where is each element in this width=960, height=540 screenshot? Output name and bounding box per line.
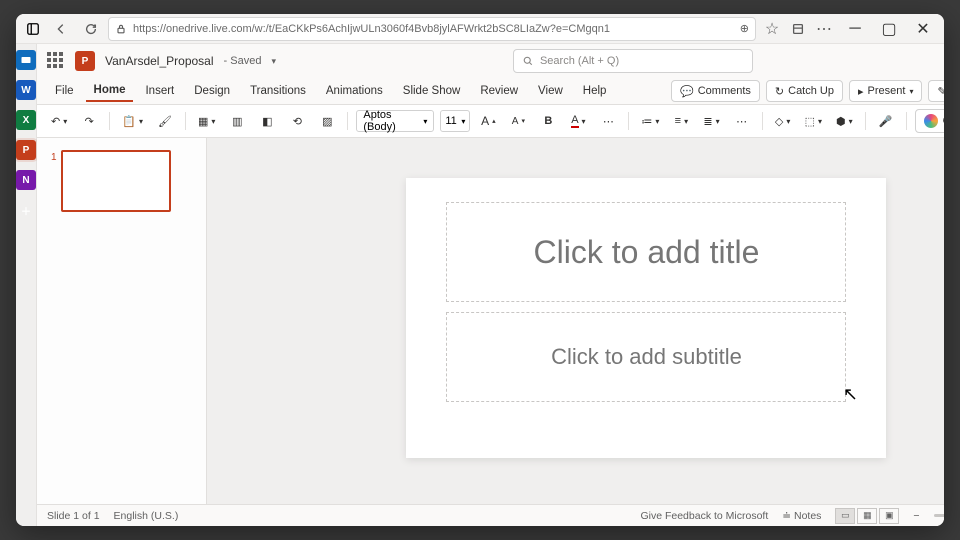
reset-button[interactable]: ◧ [255,109,279,133]
new-slide-button[interactable]: ▦▾ [194,109,219,133]
back-button[interactable] [48,16,74,42]
align-button[interactable]: ≣▾ [699,109,723,133]
reuse-slides-button[interactable]: ⟲ [285,109,309,133]
font-color-button[interactable]: A▾ [566,109,590,133]
more-font-button[interactable]: ⋯ [596,109,620,133]
language-status[interactable]: English (U.S.) [114,510,179,522]
siderail-onenote[interactable]: N [16,170,36,190]
siderail-word[interactable]: W [16,80,36,100]
address-bar[interactable]: https://onedrive.live.com/w:/t/EaCKkPs6A… [108,17,756,41]
tab-file[interactable]: File [47,81,82,101]
zoom-slider[interactable] [934,514,944,517]
font-name-select[interactable]: Aptos (Body)▾ [356,110,434,132]
slide-canvas-area[interactable]: Click to add title Click to add subtitle [207,138,944,504]
title-bar: P VanArsdel_Proposal - Saved ▾ Search (A… [37,44,944,78]
present-button[interactable]: ▸ Present ▾ [849,80,922,102]
copilot-icon [924,114,938,128]
normal-view-button[interactable]: ▭ [835,508,855,524]
slide: Click to add title Click to add subtitle [406,178,886,458]
styles-button[interactable]: ⬢▾ [832,109,857,133]
tab-review[interactable]: Review [472,81,526,101]
powerpoint-icon: P [75,51,95,71]
tab-animations[interactable]: Animations [318,81,391,101]
search-icon [522,55,534,67]
slide-count[interactable]: Slide 1 of 1 [47,510,100,522]
dictate-button[interactable]: 🎤 [874,109,898,133]
workspace: 1 Click to add title Click to add subtit… [37,138,944,504]
siderail-excel[interactable]: X [16,110,36,130]
minimize-button[interactable]: ─ [840,16,870,42]
redo-button[interactable]: ↷ [77,109,101,133]
title-placeholder[interactable]: Click to add title [446,202,846,302]
feedback-link[interactable]: Give Feedback to Microsoft [640,510,768,522]
siderail-powerpoint[interactable]: P [16,140,36,160]
close-button[interactable]: ✕ [908,16,938,42]
decrease-font-button[interactable]: A▾ [506,109,530,133]
format-painter-button[interactable]: 🖌 [153,109,177,133]
tab-slide-show[interactable]: Slide Show [395,81,469,101]
bold-button[interactable]: B [536,109,560,133]
comments-button[interactable]: 💬 Comments [671,80,760,102]
search-input[interactable]: Search (Alt + Q) [513,49,753,73]
slide-thumbnail-1[interactable]: 1 [51,150,192,212]
home-toolbar: ↶▾ ↷ 📋▾ 🖌 ▦▾ ▥ ◧ ⟲ ▨ Aptos (Body)▾ 11▾ A… [37,104,944,138]
arrange-button[interactable]: ⬚▾ [801,109,826,133]
tab-view[interactable]: View [530,81,571,101]
reading-view-button[interactable]: ▣ [879,508,899,524]
thumb-preview [61,150,171,212]
favorite-icon[interactable]: ☆ [760,16,784,42]
browser-menu-icon[interactable]: ⋯ [812,16,836,42]
paste-button[interactable]: 📋▾ [118,109,147,133]
section-button[interactable]: ▨ [315,109,339,133]
layout-button[interactable]: ▥ [225,109,249,133]
lock-icon [115,23,127,35]
thumb-number: 1 [51,150,57,212]
app-window: https://onedrive.live.com/w:/t/EaCKkPs6A… [16,14,944,526]
tab-help[interactable]: Help [575,81,615,101]
office-siderail: W X P N ＋ [16,44,37,526]
content-area: W X P N ＋ P VanArsdel_Proposal - Saved ▾… [16,44,944,526]
doc-chevron-icon[interactable]: ▾ [271,56,276,67]
translate-icon[interactable]: ⊕ [740,22,749,35]
zoom-out-button[interactable]: − [913,510,919,522]
siderail-add[interactable]: ＋ [16,200,36,220]
app-launcher-icon[interactable] [47,52,65,70]
more-para-button[interactable]: ⋯ [730,109,754,133]
copilot-button[interactable]: Copilot [915,109,944,133]
catchup-button[interactable]: ↻ Catch Up [766,80,843,102]
subtitle-placeholder[interactable]: Click to add subtitle [446,312,846,402]
browser-bar: https://onedrive.live.com/w:/t/EaCKkPs6A… [16,14,944,44]
browser-right-icons: ☆ ⋯ [760,16,836,42]
collections-icon[interactable] [786,16,810,42]
status-bar: Slide 1 of 1 English (U.S.) Give Feedbac… [37,504,944,526]
shapes-button[interactable]: ◇▾ [771,109,795,133]
font-size-select[interactable]: 11▾ [440,110,470,132]
powerpoint-app: P VanArsdel_Proposal - Saved ▾ Search (A… [37,44,944,526]
siderail-outlook[interactable] [16,50,36,70]
increase-font-button[interactable]: A▴ [476,109,500,133]
ribbon-tabs: File Home Insert Design Transitions Anim… [37,78,944,104]
save-state: - Saved [224,55,262,67]
notes-toggle[interactable]: ≐ Notes [782,510,821,522]
maximize-button[interactable]: ▢ [874,16,904,42]
tab-home[interactable]: Home [86,80,134,102]
tab-actions-icon[interactable] [22,18,44,40]
editing-mode-button[interactable]: ✎ Editing ▾ [928,80,944,102]
bullets-button[interactable]: ≔▾ [637,109,663,133]
refresh-button[interactable] [78,16,104,42]
view-buttons: ▭ ▦ ▣ [835,508,899,524]
url-text: https://onedrive.live.com/w:/t/EaCKkPs6A… [133,23,734,35]
numbering-button[interactable]: ≡▾ [669,109,693,133]
tab-insert[interactable]: Insert [137,81,182,101]
thumbnail-panel: 1 [37,138,207,504]
sorter-view-button[interactable]: ▦ [857,508,877,524]
tab-design[interactable]: Design [186,81,238,101]
undo-button[interactable]: ↶▾ [47,109,71,133]
tab-transitions[interactable]: Transitions [242,81,314,101]
document-name[interactable]: VanArsdel_Proposal [105,54,214,68]
